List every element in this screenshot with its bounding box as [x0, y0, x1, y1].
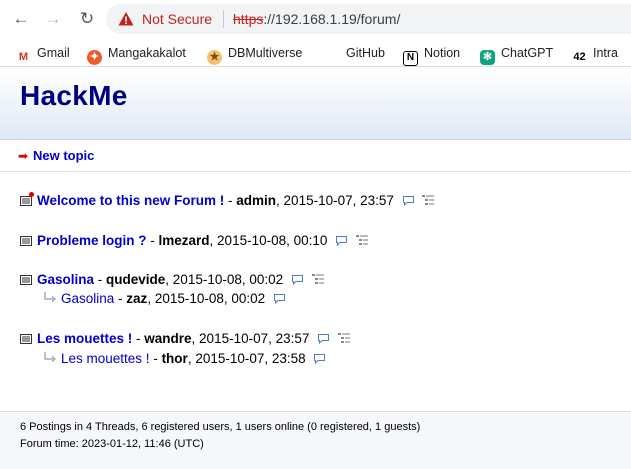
thread-subject-link[interactable]: Les mouettes ! — [37, 331, 132, 346]
bookmark-intra[interactable]: 42 Intra — [572, 44, 619, 65]
separator: - — [224, 193, 237, 208]
intra-icon: 42 — [572, 50, 587, 65]
bookmark-label: DBMultiverse — [228, 46, 303, 60]
reply-arrow-icon — [44, 352, 56, 362]
bookmark-label: Gmail — [37, 46, 70, 60]
reply-subject-link[interactable]: Gasolina — [61, 291, 114, 306]
reply-date: , 2015-10-08, 00:02 — [147, 291, 266, 306]
site-title[interactable]: HackMe — [20, 80, 128, 112]
separator: - — [146, 233, 159, 248]
bookmarks-bar: M Gmail ✦ Mangakakalot ★ DBMultiverse GitHu… — [0, 38, 631, 67]
thread-subject-link[interactable]: Welcome to this new Forum ! — [37, 193, 224, 208]
bookmark-label: Notion — [424, 46, 461, 60]
speech-bubble-icon[interactable] — [335, 235, 348, 246]
thread-subject-link[interactable]: Probleme login ? — [37, 233, 147, 248]
new-topic-link[interactable]: New topic — [33, 148, 94, 163]
forum-stats: 6 Postings in 4 Threads, 6 registered us… — [20, 421, 421, 433]
bookmark-label: GitHub — [346, 46, 385, 60]
reply-author: thor — [161, 351, 188, 366]
bookmark-dbmultiverse[interactable]: ★ DBMultiverse — [207, 44, 303, 65]
thread-item: Probleme login ? - lmezard, 2015-10-08, … — [20, 233, 368, 248]
tree-view-icon[interactable] — [355, 235, 368, 246]
bookmark-label: ChatGPT — [501, 46, 554, 60]
reply-subject-link[interactable]: Les mouettes ! — [61, 351, 150, 366]
thread-icon — [20, 334, 32, 344]
forum-header: HackMe — [0, 68, 631, 140]
thread-author: wandre — [144, 331, 192, 346]
thread-date: , 2015-10-08, 00:10 — [209, 233, 328, 248]
forum-time: Forum time: 2023-01-12, 11:46 (UTC) — [20, 438, 204, 450]
thread-author: admin — [236, 193, 277, 208]
thread-author: qudevide — [106, 272, 166, 287]
notion-icon: N — [403, 51, 418, 66]
chatgpt-icon: ✻ — [480, 50, 495, 65]
address-bar[interactable]: Not Secure https://192.168.1.19/forum/ — [106, 4, 631, 34]
thread-icon — [20, 275, 32, 285]
new-posting-dot — [29, 192, 34, 197]
reply-author: zaz — [126, 291, 148, 306]
url-host-path: ://192.168.1.19/forum/ — [263, 11, 401, 27]
gmail-icon: M — [16, 50, 31, 65]
mangakakalot-icon: ✦ — [87, 50, 102, 65]
reply-date: , 2015-10-07, 23:58 — [187, 351, 306, 366]
separator: - — [132, 331, 145, 346]
warning-icon — [118, 12, 134, 26]
url-protocol: https — [233, 11, 264, 27]
thread-item: Gasolina - qudevide, 2015-10-08, 00:02 — [20, 272, 324, 287]
thread-icon — [20, 192, 34, 206]
thread-item: Les mouettes ! - wandre, 2015-10-07, 23:… — [20, 331, 350, 346]
reply-item: Gasolina - zaz, 2015-10-08, 00:02 — [43, 291, 286, 306]
speech-bubble-icon[interactable] — [273, 293, 286, 304]
forum-footer: 6 Postings in 4 Threads, 6 registered us… — [0, 411, 631, 469]
thread-item: Welcome to this new Forum ! - admin, 201… — [20, 192, 435, 208]
dbmultiverse-icon: ★ — [207, 50, 222, 65]
reload-icon[interactable]: ↻ — [76, 8, 98, 30]
speech-bubble-icon[interactable] — [402, 195, 415, 206]
bookmark-chatgpt[interactable]: ✻ ChatGPT — [480, 44, 554, 65]
back-arrow-icon[interactable]: ← — [10, 8, 32, 30]
tree-view-icon[interactable] — [311, 274, 324, 285]
tree-view-icon[interactable] — [337, 333, 350, 344]
new-topic-bar: ➡ New topic — [0, 140, 631, 172]
thread-date: , 2015-10-07, 23:57 — [191, 331, 310, 346]
thread-author: lmezard — [158, 233, 210, 248]
speech-bubble-icon[interactable] — [291, 274, 304, 285]
browser-toolbar: ← → ↻ Not Secure https://192.168.1.19/fo… — [0, 0, 631, 38]
bookmark-github[interactable]: GitHub — [346, 44, 385, 62]
url-separator — [223, 10, 224, 28]
separator: - — [94, 272, 107, 287]
thread-date: , 2015-10-07, 23:57 — [276, 193, 394, 208]
bookmark-gmail[interactable]: M Gmail — [16, 44, 70, 65]
bookmark-mangakakalot[interactable]: ✦ Mangakakalot — [87, 44, 186, 65]
thread-date: , 2015-10-08, 00:02 — [165, 272, 284, 287]
thread-subject-link[interactable]: Gasolina — [37, 272, 94, 287]
reply-item: Les mouettes ! - thor, 2015-10-07, 23:58 — [43, 351, 326, 366]
bookmark-label: Mangakakalot — [108, 46, 186, 60]
forward-arrow-icon[interactable]: → — [42, 8, 64, 30]
arrow-right-icon: ➡ — [18, 149, 29, 163]
separator: - — [149, 351, 162, 366]
separator: - — [114, 291, 127, 306]
not-secure-label[interactable]: Not Secure — [142, 11, 212, 27]
bookmark-notion[interactable]: N Notion — [403, 44, 461, 66]
bookmark-label: Intra — [593, 46, 619, 60]
tree-view-icon[interactable] — [422, 195, 435, 206]
speech-bubble-icon[interactable] — [313, 353, 326, 364]
thread-icon — [20, 236, 32, 246]
speech-bubble-icon[interactable] — [317, 333, 330, 344]
reply-arrow-icon — [44, 292, 56, 302]
url-text[interactable]: https://192.168.1.19/forum/ — [233, 11, 400, 27]
